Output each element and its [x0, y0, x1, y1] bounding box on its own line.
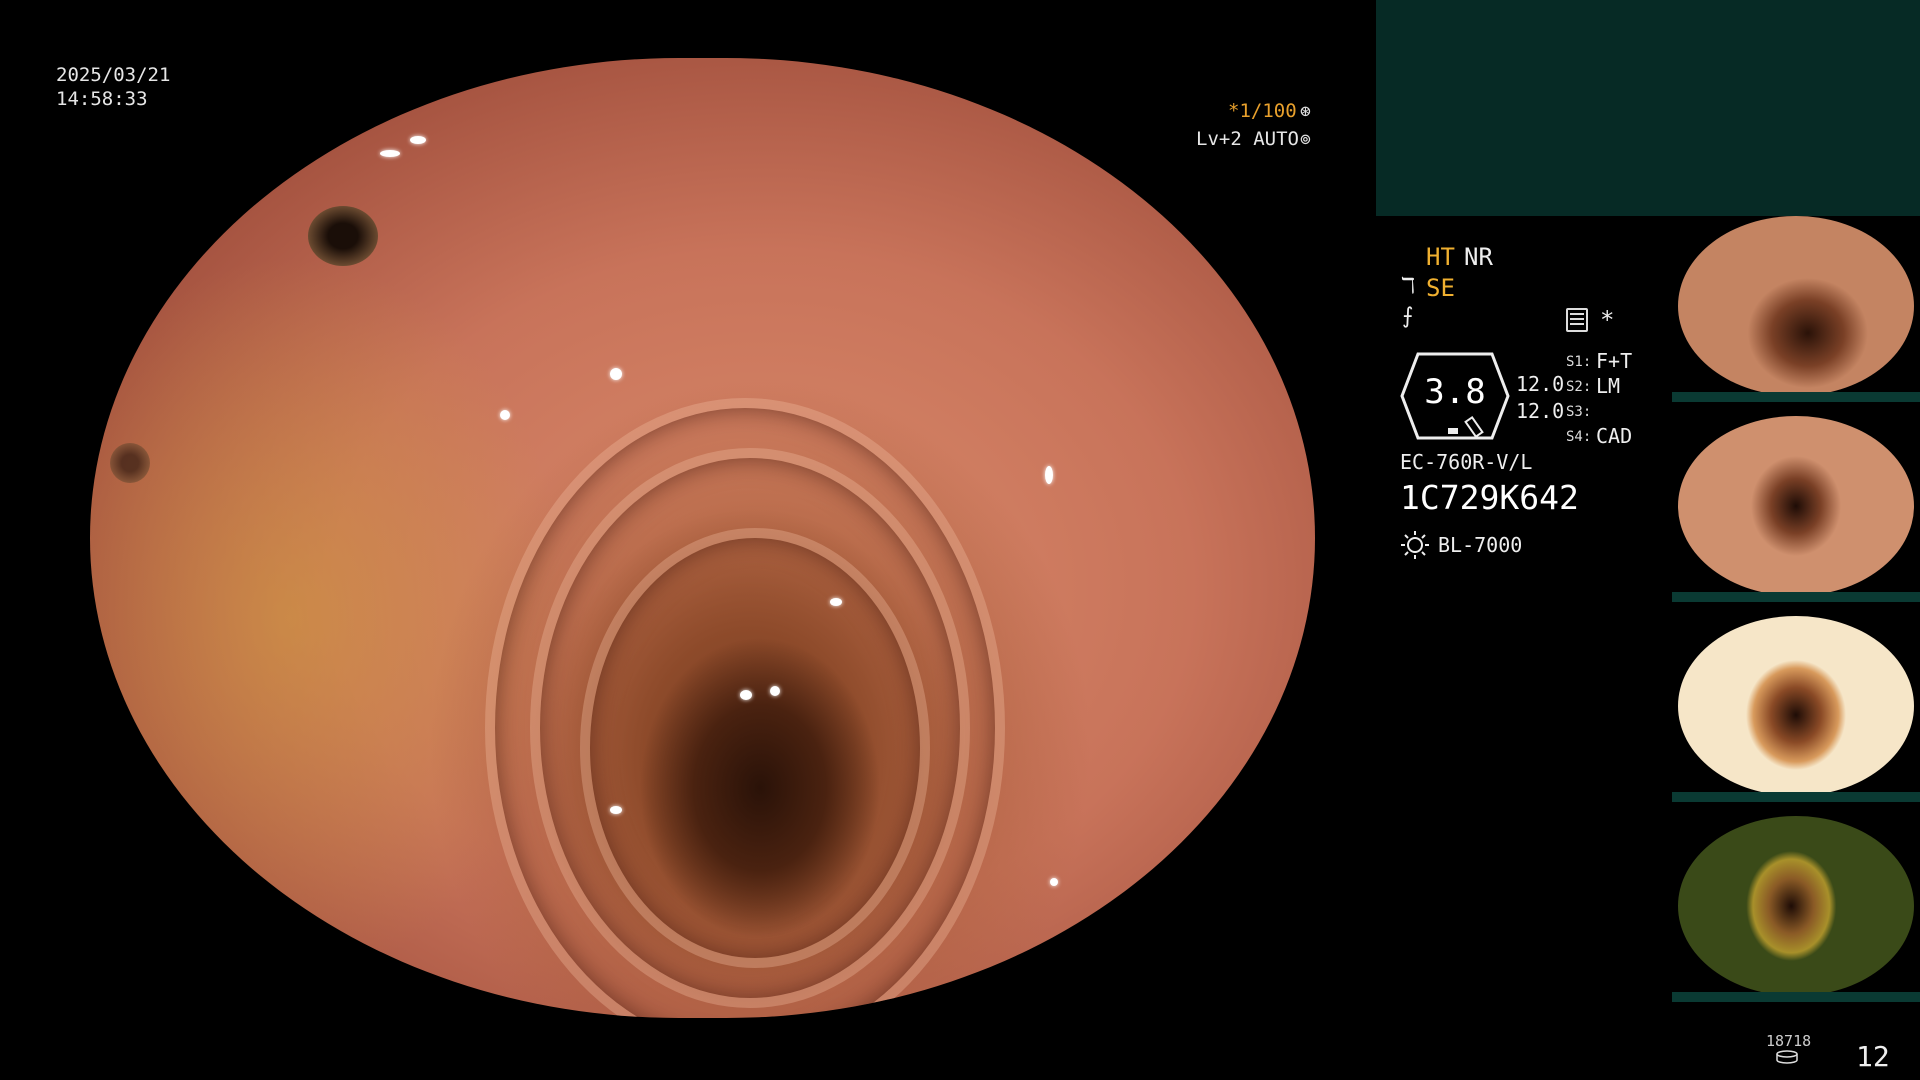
- captured-image-thumbnail[interactable]: [1672, 816, 1920, 1002]
- light-source-label: BL-7000: [1438, 533, 1523, 557]
- setting-value-a: 12.0: [1516, 372, 1565, 396]
- setting-value-b: 12.0: [1516, 399, 1565, 423]
- date-display: 2025/03/21: [56, 64, 171, 86]
- thumbnail-image: [1678, 216, 1914, 396]
- iris-icon: ⊚: [1300, 129, 1311, 150]
- diverticulum: [308, 206, 378, 266]
- mucosal-fold: [580, 528, 930, 968]
- nr-indicator: NR: [1464, 243, 1493, 271]
- switch-1-key: S1:: [1566, 354, 1592, 370]
- captured-image-thumbnail[interactable]: [1672, 216, 1920, 402]
- light-reflection: [610, 368, 622, 380]
- time-display: 14:58:33: [56, 88, 148, 110]
- endoscope-main-view: [90, 58, 1315, 1018]
- mucosal-spot: [110, 443, 150, 483]
- thumbnail-image: [1678, 416, 1914, 596]
- light-source-icon: [1401, 531, 1429, 559]
- switch-4-value: CAD: [1596, 424, 1633, 448]
- shutter-speed: *1/100: [1228, 100, 1297, 122]
- light-reflection: [380, 150, 400, 157]
- switch-3-key: S3:: [1566, 404, 1592, 420]
- se-indicator: SE: [1426, 274, 1455, 302]
- switch-1-value: F+T: [1596, 349, 1633, 373]
- scope-serial: 1C729K642: [1400, 478, 1579, 517]
- light-reflection: [1045, 466, 1053, 484]
- image-count: 12: [1856, 1040, 1890, 1073]
- light-reflection: [1050, 878, 1058, 886]
- thumbnail-bar: [1672, 792, 1920, 802]
- storage-count: 18718: [1766, 1032, 1812, 1050]
- switch-2-key: S2:: [1566, 379, 1592, 395]
- captured-image-thumbnail[interactable]: [1672, 416, 1920, 602]
- thumbnail-image: [1678, 616, 1914, 796]
- structure-enhance-icon: ℸ: [1401, 274, 1416, 299]
- light-reflection: [830, 598, 842, 606]
- document-icon: [1566, 308, 1588, 332]
- lens-value: 3.8: [1424, 372, 1486, 412]
- ht-indicator: HT: [1426, 243, 1455, 271]
- star-indicator: *: [1600, 306, 1615, 334]
- thumbnail-bar: [1672, 992, 1920, 1002]
- brightness-level: Lv+2 AUTO: [1196, 128, 1299, 150]
- light-reflection: [500, 410, 510, 420]
- scope-model: EC-760R-V/L: [1400, 450, 1533, 474]
- thumbnail-bar: [1672, 392, 1920, 402]
- light-reflection: [405, 58, 423, 65]
- light-reflection: [770, 686, 780, 696]
- switch-2-value: LM: [1596, 374, 1621, 398]
- light-reflection: [740, 690, 752, 700]
- function-icon: ⨍: [1402, 304, 1414, 329]
- captured-image-thumbnail[interactable]: [1672, 616, 1920, 802]
- storage-icon: [1776, 1050, 1798, 1064]
- thumbnail-image: [1678, 816, 1914, 996]
- thumbnail-bar: [1672, 592, 1920, 602]
- light-reflection: [610, 806, 622, 814]
- shutter-icon: ⊛: [1300, 101, 1311, 122]
- light-reflection: [410, 136, 426, 144]
- patient-info-panel: [1376, 0, 1920, 216]
- switch-4-key: S4:: [1566, 429, 1592, 445]
